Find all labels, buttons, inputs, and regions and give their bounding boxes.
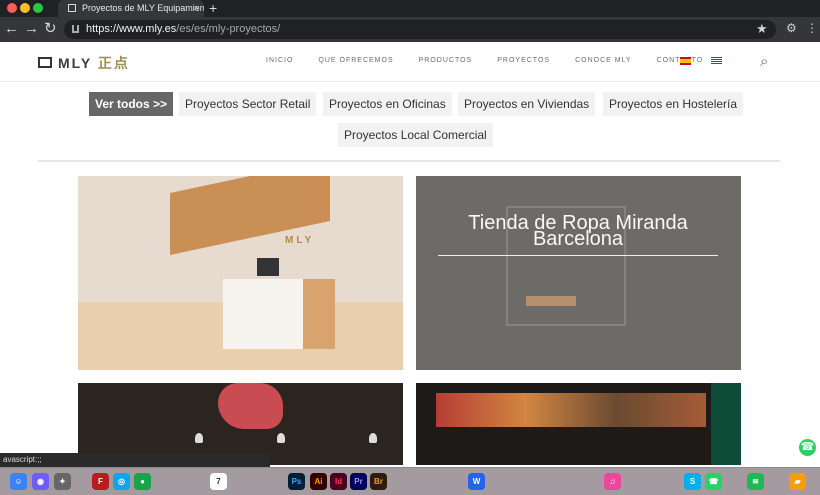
english-flag-icon[interactable] xyxy=(711,57,722,65)
browser-tab-strip: Proyectos de MLY Equipamient × + xyxy=(0,0,820,17)
filter-commercial-button[interactable]: Proyectos Local Comercial xyxy=(338,123,493,147)
filter-hospitality-button[interactable]: Proyectos en Hostelería xyxy=(603,92,744,116)
maximize-window-icon[interactable] xyxy=(33,3,43,13)
premiere-icon[interactable]: Pr xyxy=(350,473,367,490)
project-filters: Ver todos >> Proyectos Sector Retail Pro… xyxy=(0,92,820,154)
macos-dock: ☺ ◉ ✦ F ◎ ● 7 Ps Ai Id Pr Br W ♫ S ☎ ≋ ▰ xyxy=(0,467,820,495)
main-navigation: INICIO QUE OFRECEMOS PRODUCTOS PROYECTOS… xyxy=(266,57,728,64)
bookmark-star-icon[interactable]: ★ xyxy=(756,21,768,37)
nav-proyectos[interactable]: PROYECTOS xyxy=(497,57,550,64)
minimize-window-icon[interactable] xyxy=(20,3,30,13)
site-favicon-icon xyxy=(68,4,76,12)
project-card-miranda[interactable]: Tienda de Ropa Miranda Barcelona xyxy=(416,176,741,370)
indesign-icon[interactable]: Id xyxy=(330,473,347,490)
tab-close-icon[interactable]: × xyxy=(194,0,199,17)
address-bar[interactable]: https://www.mly.es/es/es/mly-proyectos/ xyxy=(64,20,776,39)
site-header: MLY 正点 INICIO QUE OFRECEMOS PRODUCTOS PR… xyxy=(0,42,820,82)
mly-logo[interactable]: MLY 正点 xyxy=(38,53,130,73)
new-tab-icon[interactable]: + xyxy=(209,0,217,16)
project-card-bar[interactable] xyxy=(416,383,741,465)
filter-offices-button[interactable]: Proyectos en Oficinas xyxy=(323,92,452,116)
caption-underline xyxy=(438,255,718,256)
filezilla-icon[interactable]: F xyxy=(92,473,109,490)
monitor-icon xyxy=(257,258,279,276)
safari-icon[interactable]: ◎ xyxy=(113,473,130,490)
nav-que-ofrecemos[interactable]: QUE OFRECEMOS xyxy=(318,57,393,64)
pendant-light-icon xyxy=(369,433,377,443)
url-path: /es/es/mly-proyectos/ xyxy=(176,23,281,35)
back-arrow-icon[interactable]: ← xyxy=(4,20,19,38)
lock-icon xyxy=(72,25,79,33)
red-blossom-tree xyxy=(218,383,283,429)
filter-homes-button[interactable]: Proyectos en Viviendas xyxy=(458,92,596,116)
extension-icon[interactable]: ⚙ xyxy=(786,21,797,35)
whatsapp-dock-icon[interactable]: ☎ xyxy=(705,473,722,490)
spain-flag-icon[interactable] xyxy=(680,57,691,65)
display-table xyxy=(526,296,576,306)
logo-text: MLY xyxy=(58,55,93,71)
browser-tab[interactable]: Proyectos de MLY Equipamient × xyxy=(58,0,204,17)
illustrator-icon[interactable]: Ai xyxy=(310,473,327,490)
section-divider xyxy=(38,160,780,162)
photoshop-icon[interactable]: Ps xyxy=(288,473,305,490)
reload-icon[interactable]: ↻ xyxy=(44,20,57,38)
url-domain: https://www.mly.es xyxy=(86,23,177,35)
logo-cjk-text: 正点 xyxy=(97,55,130,71)
calendar-icon[interactable]: 7 xyxy=(210,473,227,490)
word-icon[interactable]: W xyxy=(468,473,485,490)
bridge-icon[interactable]: Br xyxy=(370,473,387,490)
music-icon[interactable]: ♫ xyxy=(604,473,621,490)
filter-all-button[interactable]: Ver todos >> xyxy=(89,92,174,116)
menu-dots-icon[interactable]: ⋮ xyxy=(806,21,818,35)
browser-toolbar: ← → ↻ https://www.mly.es/es/es/mly-proye… xyxy=(0,17,820,42)
pendant-light-icon xyxy=(195,433,203,443)
tab-title: Proyectos de MLY Equipamient xyxy=(82,3,204,13)
bar-shelves xyxy=(436,393,706,427)
nav-conoce-mly[interactable]: CONOCE MLY xyxy=(575,57,632,64)
whatsapp-icon[interactable]: ☎ xyxy=(799,439,816,456)
nav-inicio[interactable]: INICIO xyxy=(266,57,293,64)
reception-counter xyxy=(223,279,335,349)
folder-icon[interactable]: ▰ xyxy=(789,473,806,490)
nav-productos[interactable]: PRODUCTOS xyxy=(419,57,473,64)
close-window-icon[interactable] xyxy=(7,3,17,13)
spotify-icon[interactable]: ≋ xyxy=(747,473,764,490)
pendant-light-icon xyxy=(277,433,285,443)
finder-icon[interactable]: ☺ xyxy=(10,473,27,490)
project-caption: Tienda de Ropa Miranda Barcelona xyxy=(468,212,688,250)
browser-status-bar: avascript:;; xyxy=(0,453,270,467)
wall-brand-logo: MLY xyxy=(285,235,315,246)
filter-retail-button[interactable]: Proyectos Sector Retail xyxy=(179,92,317,116)
forward-arrow-icon[interactable]: → xyxy=(24,20,39,38)
skype-icon[interactable]: S xyxy=(684,473,701,490)
project-card-retail-reception[interactable]: MLY xyxy=(78,176,403,370)
launchpad-icon[interactable]: ✦ xyxy=(54,473,71,490)
chrome-icon[interactable]: ● xyxy=(134,473,151,490)
logo-mark-icon xyxy=(38,57,52,68)
siri-icon[interactable]: ◉ xyxy=(32,473,49,490)
green-wall-panel xyxy=(711,383,741,465)
search-icon[interactable]: ⌕ xyxy=(760,53,768,70)
